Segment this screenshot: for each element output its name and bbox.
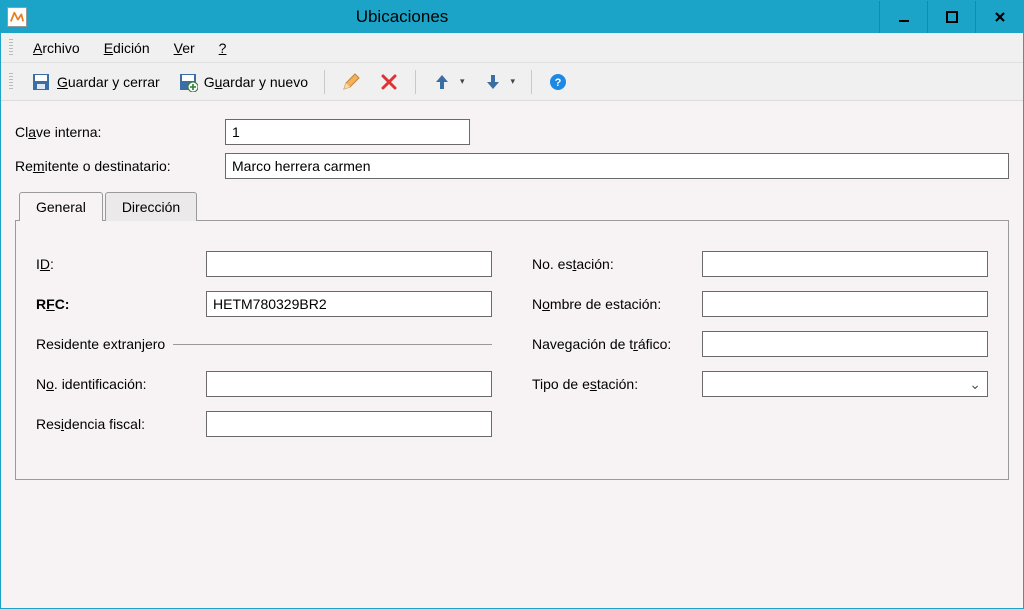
window: Ubicaciones Archivo Edición Ver ? Guarda… bbox=[0, 0, 1024, 609]
menu-archivo[interactable]: Archivo bbox=[23, 38, 90, 58]
menu-ver-label: er bbox=[182, 40, 194, 56]
menu-help[interactable]: ? bbox=[209, 38, 237, 58]
minimize-button[interactable] bbox=[879, 1, 927, 33]
label-rfc: RFC: bbox=[36, 296, 206, 312]
move-down-button[interactable]: ▾ bbox=[477, 70, 522, 94]
col-right: No. estación: Nombre de estación: Navega… bbox=[532, 239, 988, 449]
input-id[interactable] bbox=[206, 251, 492, 277]
input-nombre-estacion[interactable] bbox=[702, 291, 988, 317]
menu-edicion-label: dición bbox=[113, 40, 150, 56]
help-button[interactable]: ? bbox=[542, 70, 574, 94]
row-remitente: Remitente o destinatario: bbox=[15, 153, 1009, 179]
chevron-down-icon: ▾ bbox=[511, 76, 516, 87]
maximize-button[interactable] bbox=[927, 1, 975, 33]
window-title: Ubicaciones bbox=[35, 7, 769, 27]
row-clave: Clave interna: bbox=[15, 119, 1009, 145]
help-icon: ? bbox=[548, 72, 568, 92]
label-no-estacion: No. estación: bbox=[532, 256, 702, 272]
label-id: ID: bbox=[36, 256, 206, 272]
tab-general[interactable]: General bbox=[19, 192, 103, 221]
save-close-button[interactable]: Guardar y cerrar bbox=[25, 70, 166, 94]
toolbar-separator bbox=[531, 70, 532, 94]
label-residencia-fiscal: Residencia fiscal: bbox=[36, 416, 206, 432]
section-residente-extranjero: Residente extranjero bbox=[36, 329, 492, 359]
label-nombre-estacion: Nombre de estación: bbox=[532, 296, 702, 312]
app-icon bbox=[7, 7, 27, 27]
window-controls bbox=[879, 1, 1023, 33]
save-new-label: ardar y nuevo bbox=[222, 74, 308, 90]
svg-text:?: ? bbox=[555, 77, 562, 89]
toolbar-separator bbox=[415, 70, 416, 94]
label-tipo-estacion: Tipo de estación: bbox=[532, 376, 702, 392]
input-rfc[interactable] bbox=[206, 291, 492, 317]
delete-x-icon bbox=[379, 72, 399, 92]
input-clave[interactable] bbox=[225, 119, 470, 145]
arrow-down-icon bbox=[483, 72, 503, 92]
close-button[interactable] bbox=[975, 1, 1023, 33]
save-icon bbox=[31, 72, 51, 92]
menu-edicion[interactable]: Edición bbox=[94, 38, 160, 58]
menubar: Archivo Edición Ver ? bbox=[1, 33, 1023, 63]
input-no-estacion[interactable] bbox=[702, 251, 988, 277]
label-clave: Clave interna: bbox=[15, 124, 225, 140]
tabstrip: General Dirección bbox=[15, 191, 1009, 220]
arrow-up-icon bbox=[432, 72, 452, 92]
tab-panel-general: ID: RFC: Residente extranjero No. identi… bbox=[15, 220, 1009, 480]
input-nav-trafico[interactable] bbox=[702, 331, 988, 357]
chevron-down-icon: ⌄ bbox=[969, 376, 981, 393]
save-new-button[interactable]: Guardar y nuevo bbox=[172, 70, 314, 94]
section-line bbox=[173, 344, 492, 345]
tab-direccion[interactable]: Dirección bbox=[105, 192, 197, 221]
col-left: ID: RFC: Residente extranjero No. identi… bbox=[36, 239, 492, 449]
save-close-label: uardar y cerrar bbox=[68, 74, 160, 90]
menu-ver[interactable]: Ver bbox=[164, 38, 205, 58]
input-remitente[interactable] bbox=[225, 153, 1009, 179]
edit-button[interactable] bbox=[335, 70, 367, 94]
toolbar: Guardar y cerrar Guardar y nuevo ▾ bbox=[1, 63, 1023, 101]
chevron-down-icon: ▾ bbox=[460, 76, 465, 87]
toolbar-grip bbox=[9, 39, 13, 57]
move-up-button[interactable]: ▾ bbox=[426, 70, 471, 94]
label-remitente: Remitente o destinatario: bbox=[15, 158, 225, 174]
form-area: Clave interna: Remitente o destinatario:… bbox=[1, 101, 1023, 608]
toolbar-grip-2 bbox=[9, 73, 13, 91]
select-tipo-estacion[interactable]: ⌄ bbox=[702, 371, 988, 397]
pencil-icon bbox=[341, 72, 361, 92]
input-residencia-fiscal[interactable] bbox=[206, 411, 492, 437]
label-no-ident: No. identificación: bbox=[36, 376, 206, 392]
menu-archivo-label: rchivo bbox=[42, 40, 79, 56]
titlebar: Ubicaciones bbox=[1, 1, 1023, 33]
save-new-icon bbox=[178, 72, 198, 92]
section-label: Residente extranjero bbox=[36, 336, 165, 352]
toolbar-separator bbox=[324, 70, 325, 94]
input-no-ident[interactable] bbox=[206, 371, 492, 397]
label-nav-trafico: Navegación de tráfico: bbox=[532, 336, 702, 352]
delete-button[interactable] bbox=[373, 70, 405, 94]
